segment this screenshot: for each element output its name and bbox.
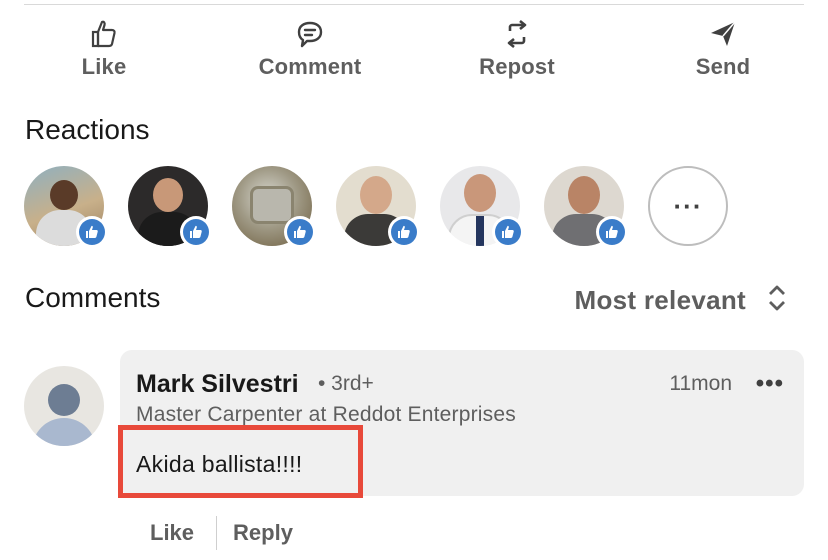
repost-button[interactable]: Repost [447,18,587,88]
reactions-heading: Reactions [25,114,150,145]
sort-dropdown[interactable]: Most relevant [574,282,788,319]
repost-arrows-icon [501,18,533,50]
sort-chevrons-icon [766,282,788,319]
reactor-avatar[interactable] [128,166,212,248]
commenter-avatar[interactable] [24,366,104,446]
repost-label: Repost [479,54,555,79]
like-reaction-icon [596,216,628,248]
send-label: Send [695,54,751,79]
connection-degree: • 3rd+ [318,372,374,395]
comment-reply-button[interactable]: Reply [233,520,293,546]
sort-label: Most relevant [574,285,746,315]
comment-more-options-button[interactable]: ••• [756,370,784,398]
reactor-avatar[interactable] [544,166,628,248]
comments-heading: Comments [25,282,161,313]
reactor-avatar[interactable] [24,166,108,248]
speech-bubble-icon [294,18,326,50]
like-label: Like [81,54,127,79]
comment-button[interactable]: Comment [240,18,380,88]
comment-text: Akida ballista!!!! [136,451,303,477]
comment-author[interactable]: Mark Silvestri [136,370,299,399]
comment-actions-divider [216,516,218,550]
paper-plane-icon [707,18,739,50]
comment-like-button[interactable]: Like [150,520,194,546]
thumbs-up-icon [88,18,120,50]
reactions-list: ··· [24,166,804,248]
comment-timestamp: 11mon [669,372,732,395]
like-reaction-icon [284,216,316,248]
like-reaction-icon [492,216,524,248]
send-button[interactable]: Send [653,18,793,88]
comment-actions: Like Reply [150,516,293,550]
reactor-avatar[interactable] [232,166,316,248]
author-headline: Master Carpenter at Reddot Enterprises [136,403,516,426]
more-reactions-button[interactable]: ··· [648,166,728,246]
like-reaction-icon [180,216,212,248]
reactor-avatar[interactable] [336,166,420,248]
comment-bubble: Mark Silvestri • 3rd+ 11mon ••• Master C… [120,350,804,496]
post-action-bar: Like Comment Repost Send [0,18,828,88]
like-reaction-icon [76,216,108,248]
like-button[interactable]: Like [34,18,174,88]
comment-label: Comment [258,54,362,79]
reactor-avatar[interactable] [440,166,524,248]
top-divider [24,4,804,5]
like-reaction-icon [388,216,420,248]
